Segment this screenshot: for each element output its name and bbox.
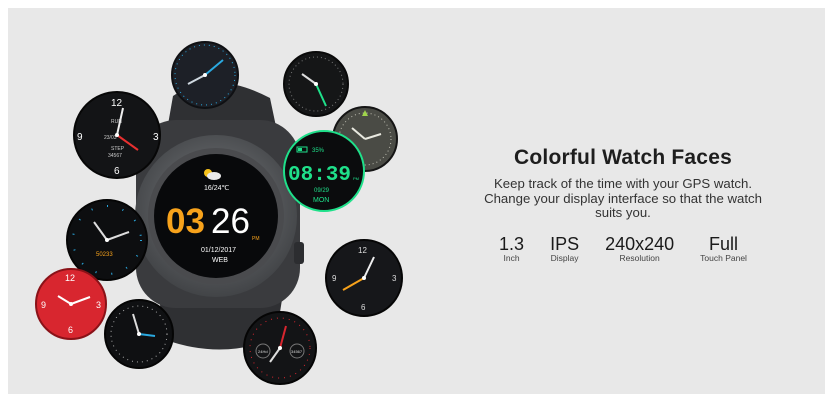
chrono-right: 34567 [291,349,303,354]
weather-temp: 16/24℃ [204,185,230,192]
chrono-left: 24Hd [258,349,268,354]
spec-list: 1.3 Inch IPS Display 240x240 Resolution … [442,235,804,264]
step-value: 34567 [108,153,122,159]
svg-text:9: 9 [77,132,83,143]
spec-value: 240x240 [605,233,675,254]
svg-text:6: 6 [68,325,73,335]
svg-text:6: 6 [114,166,120,177]
digital-time: 08:39 [288,164,351,187]
svg-text:3: 3 [392,274,397,283]
run-date: 23/03 [104,135,117,141]
side-button-bottom [294,242,304,264]
step-label: STEP [111,146,125,152]
watch-face-digital: 35% 08:39 PM 09/29 MON [283,130,365,212]
digital-suffix: PM [353,176,359,181]
svg-text:12: 12 [65,273,75,283]
steps-value: 50233 [96,252,113,258]
description-line-3: suits you. [595,205,651,220]
svg-text:12: 12 [358,246,367,255]
watch-face-blue [171,41,239,109]
spec-touch: Full Touch Panel [700,235,747,264]
description-line-2: Change your display interface so that th… [484,190,762,206]
feature-description: Keep track of the time with your GPS wat… [442,176,804,221]
time-minute: 26 [211,202,250,241]
feature-title: Colorful Watch Faces [514,146,732,169]
watch-face-classic [104,299,174,369]
svg-text:6: 6 [361,303,366,312]
spec-label: Display [550,252,579,263]
spec-label: Inch [503,252,520,263]
feature-panel: Colorful Watch Faces Keep track of the t… [442,146,804,264]
svg-text:12: 12 [111,98,123,109]
spec-resolution: 240x240 Resolution [605,235,674,264]
spec-label: Touch Panel [700,252,747,263]
svg-text:9: 9 [41,300,46,310]
description-line-1: Keep track of the time with your GPS wat… [494,176,752,191]
spec-label: Resolution [619,252,660,263]
watch-face-steps: 50233 [66,199,148,281]
spec-value: IPS [550,233,580,254]
spec-value: Full [709,233,739,254]
watch-collage: 16/24℃ 03 26 PM 01/12/2017 WEB 35% 08:39… [35,41,403,385]
screen-date: 01/12/2017 [201,247,236,254]
watch-face-chrono: 24Hd 34567 [243,311,317,385]
watch-face-red: 12 3 6 9 [35,268,107,340]
watch-face-run: 12 3 6 9 RUN 23/03 STEP 34567 [73,91,161,179]
product-banner: 16/24℃ 03 26 PM 01/12/2017 WEB 35% 08:39… [8,8,825,394]
digital-weekday: MON [313,197,329,204]
svg-text:9: 9 [332,274,337,283]
watch-face-green-dial [283,51,349,117]
time-hour: 03 [166,202,205,241]
spec-value: 1.3 [499,233,525,254]
svg-text:3: 3 [153,132,159,143]
digital-battery: 35% [312,148,325,154]
screen-weekday: WEB [212,257,228,264]
watch-face-orange: 12 3 6 9 [325,239,403,317]
svg-text:3: 3 [96,300,101,310]
spec-display: IPS Display [550,235,579,264]
digital-date: 09/29 [314,188,330,194]
time-ampm: PM [252,236,260,242]
spec-size: 1.3 Inch [499,235,524,264]
